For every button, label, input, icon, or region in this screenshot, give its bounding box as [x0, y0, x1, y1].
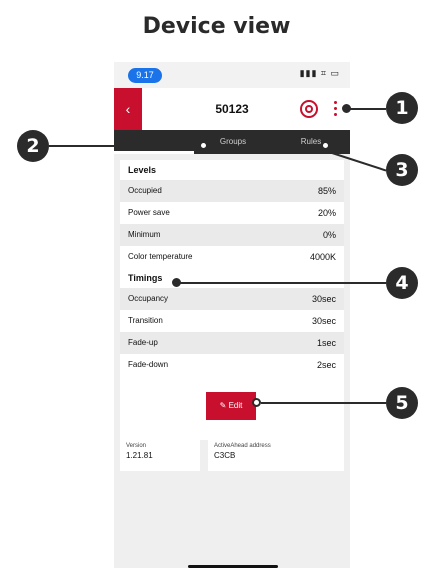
- row-label: Transition: [128, 316, 163, 325]
- row-value: 0%: [322, 230, 336, 240]
- row-label: Fade-down: [128, 360, 169, 369]
- phone-screen: 9.17 ▮▮▮ ⌗ ▭ 50123 ‹ Groups Rules Levels…: [114, 62, 350, 568]
- edit-label: Edit: [228, 401, 243, 410]
- address-label: ActiveAhead address: [214, 443, 271, 449]
- callout-dot: [199, 141, 208, 150]
- pencil-icon: ✎: [219, 401, 227, 410]
- status-time: 9.17: [128, 68, 162, 83]
- level-row-occupied: Occupied 85%: [120, 180, 344, 202]
- timing-row-occupancy: Occupancy 30sec: [120, 288, 344, 310]
- callout-line: [49, 145, 201, 147]
- level-row-power-save: Power save 20%: [120, 202, 344, 224]
- row-value: 30sec: [311, 294, 336, 304]
- address-card: ActiveAhead address C3CB: [208, 437, 344, 471]
- settings-panel: Levels Occupied 85% Power save 20% Minim…: [120, 160, 344, 440]
- row-label: Occupancy: [128, 294, 169, 303]
- timing-row-fade-down: Fade-down 2sec: [120, 354, 344, 376]
- tab-bar: Groups Rules: [114, 130, 350, 154]
- callout-badge-3: 3: [386, 154, 418, 186]
- timing-row-transition: Transition 30sec: [120, 310, 344, 332]
- row-value: 30sec: [311, 316, 336, 326]
- callout-line: [261, 402, 386, 404]
- callout-badge-4: 4: [386, 267, 418, 299]
- row-label: Color temperature: [128, 252, 193, 261]
- callout-line: [350, 108, 386, 110]
- row-value: 1sec: [316, 338, 336, 348]
- callout-line: [180, 282, 386, 284]
- callout-badge-2: 2: [17, 130, 49, 162]
- tab-rules[interactable]: Rules: [272, 130, 350, 154]
- back-button[interactable]: ‹: [114, 88, 142, 130]
- level-row-minimum: Minimum 0%: [120, 224, 344, 246]
- timing-row-fade-up: Fade-up 1sec: [120, 332, 344, 354]
- timings-heading: Timings: [120, 268, 344, 288]
- callout-badge-1: 1: [386, 92, 418, 124]
- chevron-left-icon: ‹: [125, 101, 131, 117]
- row-label: Fade-up: [128, 338, 158, 347]
- callout-badge-5: 5: [386, 387, 418, 419]
- callout-dot: [321, 141, 330, 150]
- page-heading: Device view: [142, 14, 291, 39]
- more-options-icon[interactable]: [334, 101, 338, 117]
- edit-button[interactable]: ✎ Edit: [206, 392, 256, 420]
- row-label: Power save: [128, 208, 170, 217]
- level-row-color-temperature: Color temperature 4000K: [120, 246, 344, 268]
- callout-dot: [252, 398, 261, 407]
- version-label: Version: [126, 443, 147, 449]
- status-bar: 9.17 ▮▮▮ ⌗ ▭: [114, 62, 350, 88]
- levels-heading: Levels: [120, 160, 344, 180]
- app-bar: 50123 ‹: [114, 88, 350, 130]
- row-label: Occupied: [128, 186, 162, 195]
- version-card: Version 1.21.81: [120, 437, 200, 471]
- row-value: 4000K: [309, 252, 336, 262]
- row-value: 85%: [317, 186, 336, 196]
- row-label: Minimum: [128, 230, 161, 239]
- row-value: 20%: [317, 208, 336, 218]
- address-value: C3CB: [214, 451, 236, 460]
- edit-area: ✎ Edit: [120, 376, 344, 440]
- info-cards: Version 1.21.81 ActiveAhead address C3CB: [120, 437, 344, 471]
- row-value: 2sec: [316, 360, 336, 370]
- identify-target-icon[interactable]: [300, 100, 318, 118]
- system-status-icons: ▮▮▮ ⌗ ▭: [299, 68, 340, 78]
- active-tab-indicator: [114, 151, 194, 154]
- version-value: 1.21.81: [126, 451, 153, 460]
